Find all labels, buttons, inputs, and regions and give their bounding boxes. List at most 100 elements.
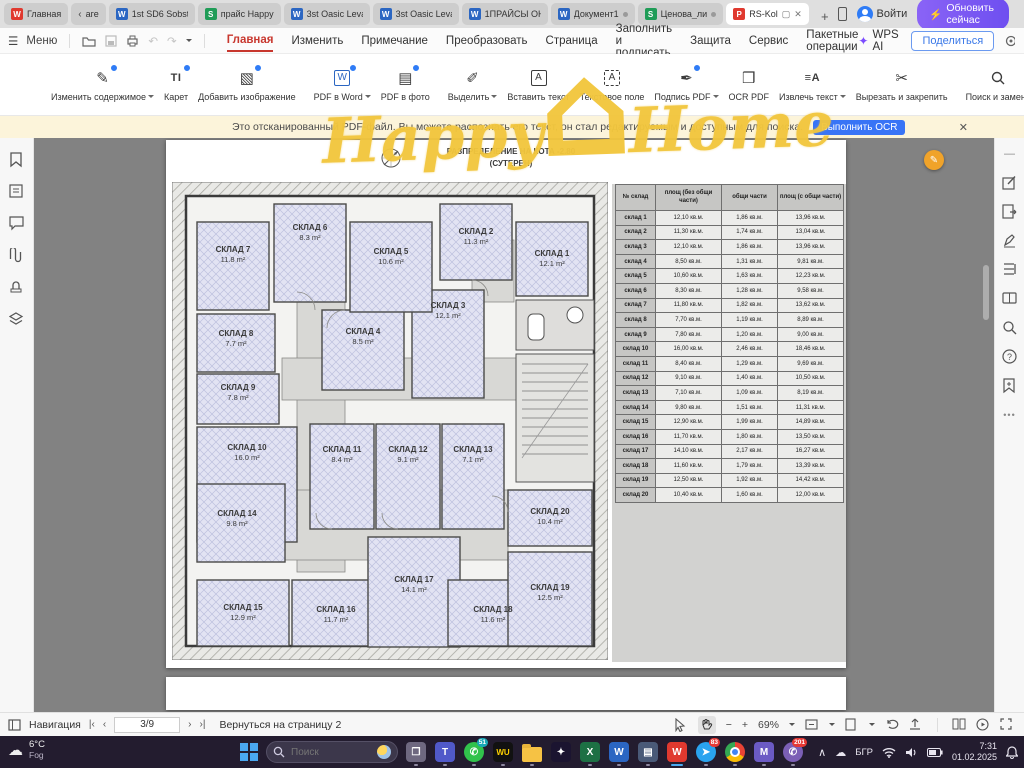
tab-scroll-left[interactable]: ‹аге	[71, 3, 105, 25]
chevron-down-icon[interactable]	[186, 39, 192, 45]
vertical-scrollbar-thumb[interactable]	[983, 265, 989, 320]
caret-tool-button[interactable]: TIКарет	[159, 58, 193, 112]
language-indicator[interactable]: БГР	[855, 747, 873, 758]
purple-m-app-icon[interactable]: M	[752, 738, 776, 766]
zoom-level[interactable]: 69%	[758, 719, 779, 731]
whatsapp-icon[interactable]: ✆51	[462, 738, 486, 766]
stamp-icon[interactable]	[9, 280, 25, 296]
notification-bell-icon[interactable]	[1006, 746, 1018, 759]
menu-item-convert[interactable]: Преобразовать	[446, 31, 528, 51]
sign-pdf-button[interactable]: ✒Подпись PDF	[649, 58, 723, 112]
hidden-icons-chevron[interactable]: ∧	[818, 746, 826, 759]
menu-item-page[interactable]: Страница	[546, 31, 598, 51]
translate-book-icon[interactable]	[1002, 291, 1018, 307]
bookmark-icon[interactable]	[9, 152, 25, 168]
ocr-pdf-button[interactable]: ❒OCR PDF	[724, 58, 775, 112]
clock[interactable]: 7:31 01.02.2025	[952, 741, 997, 764]
battery-icon[interactable]	[927, 748, 943, 757]
western-union-icon[interactable]: WU	[491, 738, 515, 766]
menu-label[interactable]: Меню	[26, 35, 57, 47]
help-icon[interactable]: ?	[1002, 349, 1018, 365]
annotation-icon[interactable]	[9, 184, 25, 200]
more-tools-icon[interactable]: •••	[1002, 407, 1018, 423]
hand-tool-icon[interactable]	[700, 718, 714, 732]
extract-text-button[interactable]: ≡AИзвлечь текст	[774, 58, 851, 112]
gear-icon[interactable]	[1004, 34, 1015, 48]
start-button[interactable]	[238, 741, 260, 763]
taskbar-search[interactable]	[266, 741, 398, 763]
bookmark-add-icon[interactable]	[1002, 378, 1018, 394]
viber-icon[interactable]: ✆201	[781, 738, 805, 766]
hamburger-menu-icon[interactable]: ☰	[8, 34, 18, 48]
run-ocr-button[interactable]: Выполнить OCR	[813, 120, 905, 135]
edit-note-icon[interactable]	[1002, 175, 1018, 191]
task-view-button[interactable]: ❐	[404, 738, 428, 766]
chrome-icon[interactable]	[723, 738, 747, 766]
layers-icon[interactable]	[9, 312, 25, 328]
share-button[interactable]: Поделиться	[911, 31, 994, 51]
zoom-in-button[interactable]: +	[742, 719, 748, 731]
collapse-panel-icon[interactable]: —	[1002, 146, 1018, 162]
page-indicator-input[interactable]	[114, 717, 180, 733]
redo-icon[interactable]: ↷	[167, 34, 177, 48]
export-icon[interactable]	[909, 718, 923, 732]
search-panel-icon[interactable]	[1002, 320, 1018, 336]
volume-icon[interactable]	[905, 747, 918, 758]
messenger-icon[interactable]: ➤83	[694, 738, 718, 766]
back-to-page-link[interactable]: Вернуться на страницу 2	[219, 719, 341, 731]
wifi-icon[interactable]	[882, 747, 896, 758]
zoom-out-button[interactable]: −	[726, 719, 732, 731]
save-icon[interactable]	[105, 35, 117, 47]
next-page-button[interactable]: ›	[188, 719, 191, 730]
print-icon[interactable]	[126, 35, 139, 47]
zoom-caret-icon[interactable]	[789, 723, 795, 729]
highlight-button[interactable]: ✐Выделить	[443, 58, 503, 112]
quick-edit-fab[interactable]: ✎	[924, 150, 944, 170]
update-now-button[interactable]: ⚡Обновить сейчас	[917, 0, 1009, 30]
menu-item-tools[interactable]: Сервис	[749, 31, 788, 51]
edit-content-button[interactable]: ✎Изменить содержимое	[46, 58, 159, 112]
first-page-button[interactable]: |‹	[89, 719, 95, 730]
teams-icon[interactable]: T	[433, 738, 457, 766]
menu-item-batch[interactable]: Пакетные операции	[806, 25, 858, 57]
navigation-label[interactable]: Навигация	[29, 719, 81, 731]
add-image-button[interactable]: ▧Добавить изображение	[193, 58, 301, 112]
menu-item-edit[interactable]: Изменить	[291, 31, 343, 51]
signature-icon[interactable]	[1002, 233, 1018, 249]
menu-item-protect[interactable]: Защита	[690, 31, 731, 51]
page-export-icon[interactable]	[1002, 204, 1018, 220]
find-replace-button[interactable]: Поиск и замена	[961, 58, 1024, 112]
attachment-icon[interactable]	[9, 248, 25, 264]
prev-page-button[interactable]: ‹	[103, 719, 106, 730]
menu-item-home[interactable]: Главная	[227, 30, 274, 52]
insert-text-button[interactable]: AВставить текст	[502, 58, 574, 112]
login-button[interactable]: Войти	[857, 6, 908, 22]
text-box-button[interactable]: AТекстовое поле	[575, 58, 650, 112]
onedrive-icon[interactable]: ☁	[835, 746, 846, 759]
menu-item-comment[interactable]: Примечание	[361, 31, 428, 51]
mail-app-icon[interactable]: ▤	[636, 738, 660, 766]
open-folder-icon[interactable]	[82, 35, 96, 47]
tab-home[interactable]: WГлавная	[4, 3, 68, 25]
comment-bubble-icon[interactable]	[9, 216, 25, 232]
fit-page-icon[interactable]	[845, 718, 859, 732]
fit-width-icon[interactable]	[805, 718, 819, 732]
document-canvas[interactable]: РАЗПРЕДЕЛЕНИЕ НА КОТА -2.80 (СУТЕРЕН)	[34, 138, 994, 712]
cut-pin-button[interactable]: ✂Вырезать и закрепить	[851, 58, 953, 112]
file-explorer-icon[interactable]	[520, 738, 544, 766]
pdf-to-word-button[interactable]: WPDF в Word	[309, 58, 376, 112]
last-page-button[interactable]: ›|	[200, 719, 206, 730]
format-list-icon[interactable]	[1002, 262, 1018, 278]
excel-icon[interactable]: X	[578, 738, 602, 766]
select-cursor-icon[interactable]	[674, 718, 688, 732]
two-page-view-icon[interactable]	[952, 718, 966, 732]
pdf-to-photo-button[interactable]: ▤PDF в фото	[376, 58, 435, 112]
wps-office-icon[interactable]: W	[665, 738, 689, 766]
wps-ai-button[interactable]: ✦WPS AI	[858, 29, 901, 53]
weather-widget[interactable]: ☁ 6°CFog	[8, 739, 45, 760]
fullscreen-icon[interactable]	[1000, 718, 1014, 732]
undo-icon[interactable]: ↶	[148, 34, 158, 48]
read-mode-icon[interactable]	[976, 718, 990, 732]
navigation-panel-icon[interactable]	[8, 719, 21, 731]
rotate-page-icon[interactable]	[885, 718, 899, 732]
